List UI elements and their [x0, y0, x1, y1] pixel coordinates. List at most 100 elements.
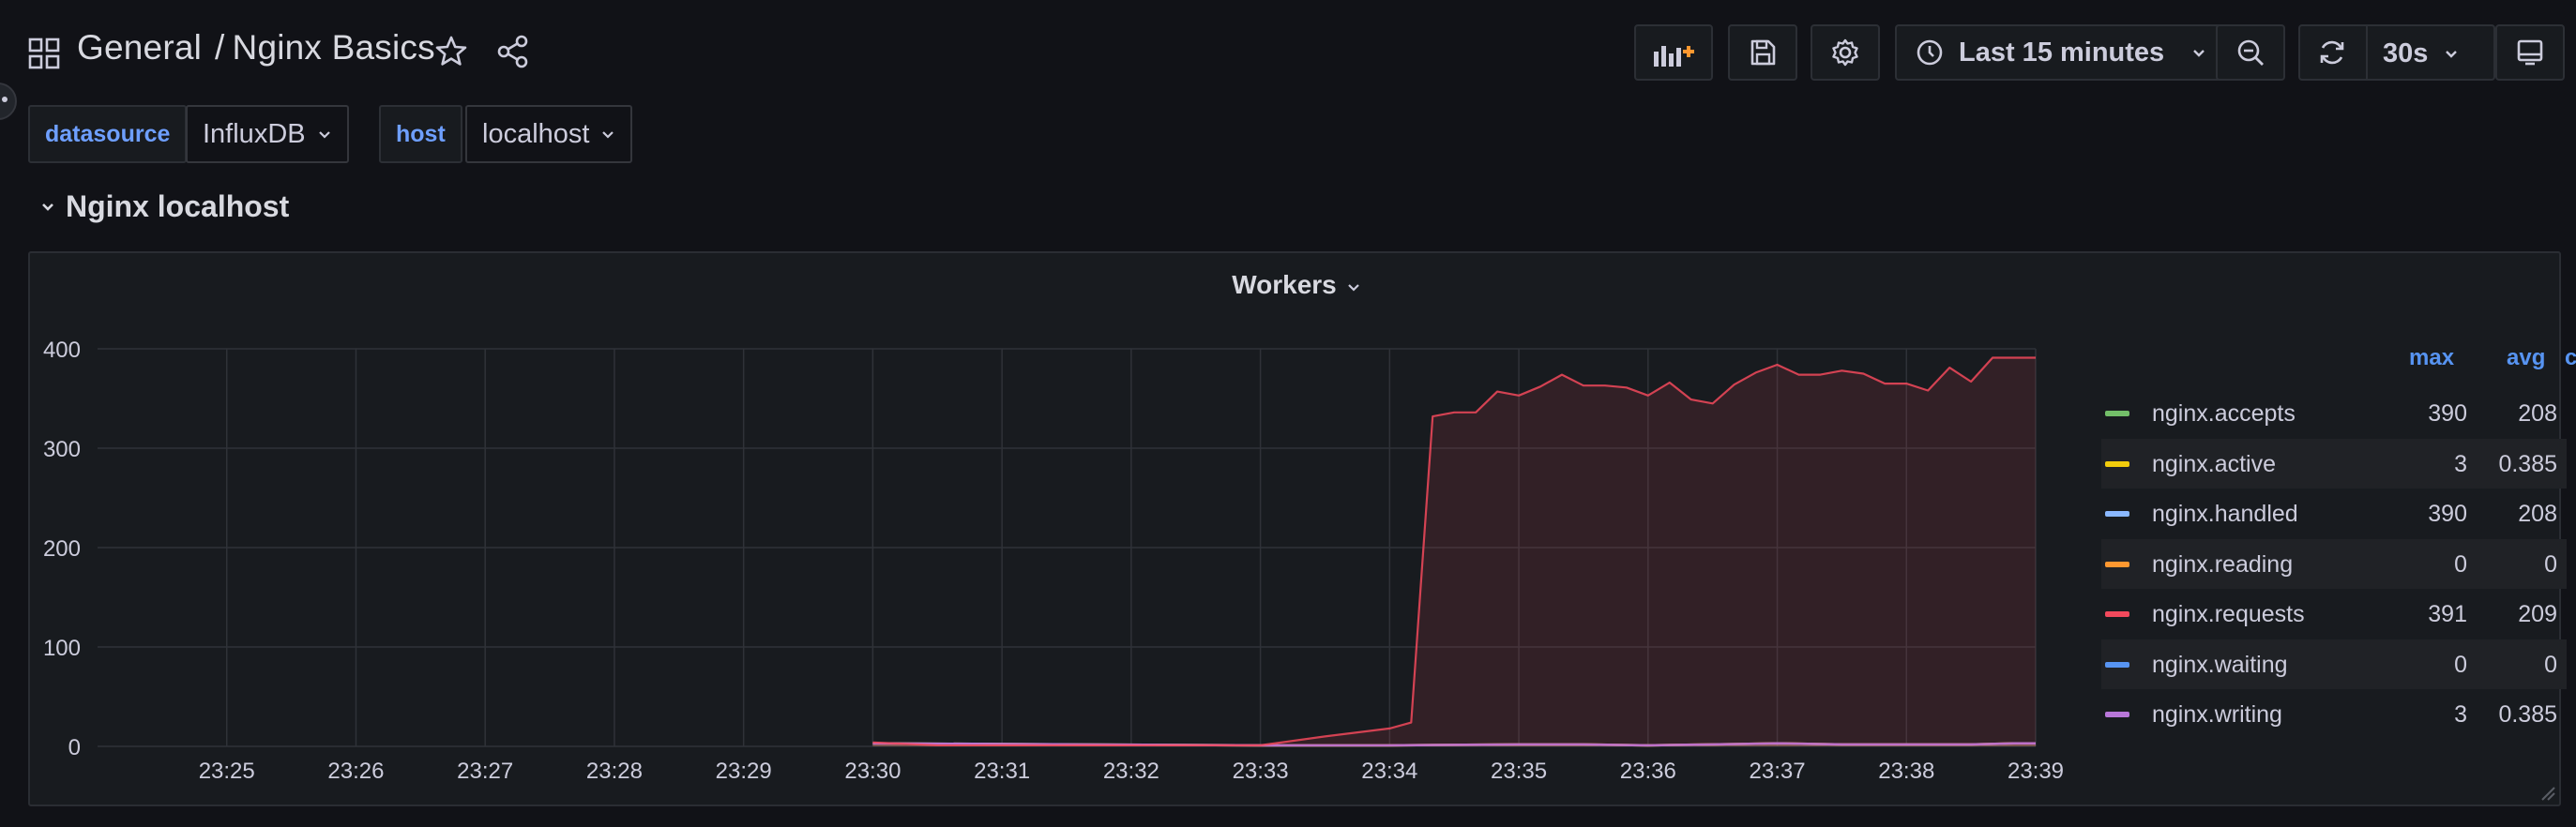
variable-value-host: localhost — [482, 118, 590, 149]
legend-color-swatch[interactable] — [2105, 712, 2129, 717]
x-tick-label: 23:39 — [2008, 759, 2064, 784]
zoom-out-button[interactable] — [2216, 24, 2285, 81]
legend-item-nginx-reading[interactable]: nginx.reading000 — [2101, 538, 2567, 589]
legend-value-current: 0 — [2557, 652, 2576, 679]
view-mode-button[interactable] — [2495, 24, 2565, 81]
x-tick-label: 23:36 — [1620, 759, 1676, 784]
graph-legend: max avg current nginx.accepts390208390ng… — [2101, 345, 2576, 740]
legend-series-name[interactable]: nginx.waiting — [2152, 652, 2288, 679]
legend-value-avg: 0.385 — [2498, 450, 2557, 477]
legend-series-name[interactable]: nginx.active — [2152, 451, 2276, 478]
x-tick-label: 23:34 — [1361, 759, 1417, 784]
nginx-requests-area — [872, 357, 2036, 746]
legend-item-nginx-handled[interactable]: nginx.handled390208390 — [2101, 489, 2567, 539]
legend-item-nginx-accepts[interactable]: nginx.accepts390208390 — [2101, 388, 2567, 439]
legend-color-swatch[interactable] — [2105, 611, 2129, 617]
chevron-down-icon — [602, 131, 614, 139]
y-tick-label: 0 — [68, 735, 81, 760]
row-title: Nginx localhost — [66, 189, 290, 223]
legend-series-name[interactable]: nginx.accepts — [2152, 400, 2296, 428]
dashboard-grid-icon — [28, 38, 60, 69]
variable-select-datasource[interactable]: InfluxDB — [186, 105, 349, 163]
chevron-down-icon — [42, 203, 53, 211]
time-range-label: Last 15 minutes — [1959, 37, 2165, 68]
legend-value-max: 390 — [2428, 400, 2467, 427]
chevron-down-icon — [2193, 50, 2205, 57]
dashboard-settings-button[interactable] — [1811, 24, 1880, 81]
variable-label-host: host — [379, 105, 462, 163]
x-tick-label: 23:33 — [1233, 759, 1289, 784]
breadcrumb-separator: / — [215, 28, 225, 67]
gear-icon — [1832, 38, 1858, 67]
legend-value-max: 0 — [2454, 550, 2467, 578]
breadcrumb-dashboard-title[interactable]: Nginx Basics — [233, 28, 435, 67]
monitor-icon — [2517, 39, 2543, 66]
legend-color-swatch[interactable] — [2105, 460, 2129, 467]
legend-item-nginx-active[interactable]: nginx.active30.3853 — [2101, 438, 2567, 489]
star-icon[interactable] — [433, 34, 469, 69]
legend-rows: nginx.accepts 390 208 390 nginx.active 3 0.385… — [2101, 388, 2567, 740]
legend-value-max: 3 — [2454, 701, 2467, 728]
legend-color-swatch[interactable] — [2105, 661, 2129, 668]
x-tick-label: 23:25 — [199, 759, 255, 784]
zoom-out-icon — [2237, 39, 2264, 66]
clock-icon — [1917, 39, 1943, 66]
legend-color-swatch[interactable] — [2105, 411, 2129, 416]
x-tick-label: 23:35 — [1491, 759, 1547, 784]
x-tick-label: 23:26 — [327, 759, 384, 784]
legend-item-nginx-requests[interactable]: nginx.requests391209391 — [2101, 589, 2567, 639]
legend-header-current[interactable]: current — [2565, 345, 2576, 371]
legend-value-max: 391 — [2428, 601, 2467, 627]
save-dashboard-button[interactable] — [1728, 24, 1797, 81]
legend-series-name[interactable]: nginx.requests — [2152, 601, 2305, 628]
breadcrumb-folder[interactable]: General — [77, 28, 202, 67]
legend-header: max avg current — [2101, 345, 2576, 388]
legend-item-nginx-waiting[interactable]: nginx.waiting000 — [2101, 639, 2567, 689]
dashboard-navbar: General / Nginx Basics Last 15 minutes 3… — [0, 0, 2576, 120]
y-tick-label: 200 — [43, 536, 81, 562]
save-icon — [1750, 39, 1776, 66]
breadcrumb: General / Nginx Basics — [77, 28, 435, 68]
y-tick-label: 100 — [43, 636, 81, 661]
y-tick-label: 300 — [43, 437, 81, 462]
y-tick-label: 400 — [43, 338, 81, 363]
x-tick-label: 23:30 — [844, 759, 901, 784]
x-tick-label: 23:32 — [1103, 759, 1159, 784]
time-range-picker[interactable]: Last 15 minutes — [1895, 24, 2229, 81]
legend-value-avg: 0 — [2544, 550, 2557, 578]
share-icon[interactable] — [495, 34, 531, 69]
legend-value-current: 390 — [2557, 400, 2576, 428]
add-panel-button[interactable] — [1634, 24, 1713, 81]
legend-value-max: 3 — [2454, 450, 2467, 477]
legend-color-swatch[interactable] — [2105, 511, 2129, 517]
workers-graph[interactable]: 0 100 200 300 400 23:25 23:26 23:27 23:28 23:29 23… — [30, 253, 2094, 804]
legend-value-avg: 208 — [2518, 501, 2557, 527]
legend-value-max: 0 — [2454, 651, 2467, 678]
legend-item-nginx-writing[interactable]: nginx.writing30.3853 — [2101, 689, 2567, 740]
x-tick-label: 23:27 — [457, 759, 513, 784]
add-panel-icon — [1654, 46, 1694, 67]
legend-series-name[interactable]: nginx.handled — [2152, 501, 2298, 528]
legend-color-swatch[interactable] — [2105, 561, 2129, 567]
workers-panel: Workers 0 100 200 300 400 23:25 23:26 23:27 23:2… — [28, 251, 2576, 806]
chevron-down-icon[interactable] — [2443, 45, 2460, 62]
legend-value-current: 390 — [2557, 501, 2576, 528]
sidemenu-expand-toggle[interactable] — [0, 83, 17, 120]
x-tick-label: 23:37 — [1750, 759, 1806, 784]
legend-value-current: 0 — [2557, 551, 2576, 579]
x-tick-label: 23:31 — [974, 759, 1030, 784]
legend-value-current: 3 — [2557, 451, 2576, 478]
refresh-interval-label[interactable]: 30s — [2383, 38, 2428, 69]
x-tick-label: 23:28 — [586, 759, 643, 784]
legend-series-name[interactable]: nginx.writing — [2152, 701, 2282, 729]
x-tick-label: 23:38 — [1878, 759, 1934, 784]
variable-select-host[interactable]: localhost — [465, 105, 633, 163]
legend-series-name[interactable]: nginx.reading — [2152, 551, 2293, 579]
x-tick-label: 23:29 — [716, 759, 772, 784]
legend-value-avg: 209 — [2518, 601, 2557, 627]
dashboard-row-header[interactable]: Nginx localhost — [39, 189, 289, 224]
refresh-icon[interactable] — [2317, 38, 2347, 68]
legend-value-avg: 0 — [2544, 651, 2557, 678]
legend-header-max[interactable]: max — [2409, 345, 2501, 371]
resize-handle-icon[interactable] — [2538, 784, 2555, 801]
